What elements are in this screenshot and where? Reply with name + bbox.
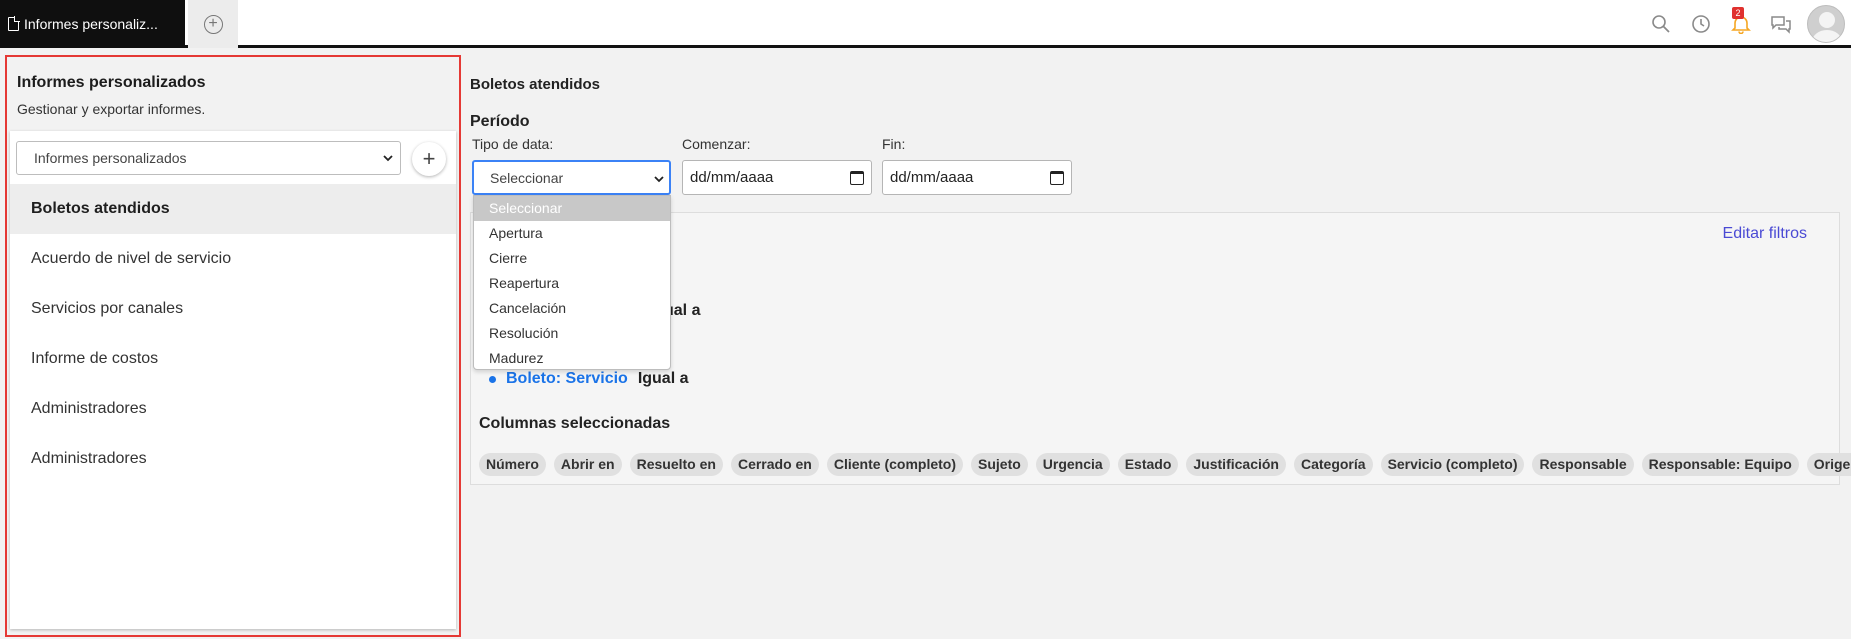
date-type-value: Seleccionar	[490, 169, 564, 186]
add-report-button[interactable]: +	[412, 142, 446, 176]
document-icon	[8, 16, 20, 31]
column-chip: Estado	[1117, 453, 1179, 476]
clock-icon	[1692, 15, 1710, 33]
column-chip: Abrir en	[553, 453, 622, 476]
report-type-select[interactable]: Informes personalizados	[16, 141, 401, 175]
date-type-dropdown: Seleccionar Apertura Cierre Reapertura C…	[473, 195, 671, 370]
top-bar: Informes personaliz... + 2	[0, 0, 1851, 48]
dropdown-option-seleccionar[interactable]: Seleccionar	[474, 196, 670, 221]
reports-sidebar: Informes personalizados Gestionar y expo…	[5, 55, 461, 637]
column-chip: Justificación	[1186, 453, 1286, 476]
column-chip: Número	[479, 453, 546, 476]
start-date-input[interactable]: dd/mm/aaaa	[682, 160, 872, 195]
calendar-icon[interactable]	[1050, 171, 1064, 185]
filter-condition: Boleto: Servicio Igual a	[489, 370, 689, 388]
column-chip: Resuelto en	[629, 453, 723, 476]
report-item-boletos-atendidos[interactable]: Boletos atendidos	[10, 184, 456, 234]
end-date-input[interactable]: dd/mm/aaaa	[882, 160, 1072, 195]
edit-filters-link[interactable]: Editar filtros	[1723, 225, 1807, 243]
dropdown-option-apertura[interactable]: Apertura	[474, 221, 670, 246]
end-date-label: Fin:	[882, 136, 906, 152]
plus-icon: +	[422, 146, 436, 171]
dropdown-option-resolucion[interactable]: Resolución	[474, 321, 670, 346]
filter-field[interactable]: Boleto: Servicio	[506, 370, 628, 388]
history-button[interactable]	[1681, 0, 1721, 48]
selected-columns-title: Columnas seleccionadas	[479, 415, 671, 432]
selected-columns-list: Número Abrir en Resuelto en Cerrado en C…	[479, 453, 1851, 476]
chevron-down-icon	[654, 176, 664, 183]
sidebar-subtitle: Gestionar y exportar informes.	[17, 101, 206, 117]
filters-card: Editar filtros ual a Boleto: Servicio Ig…	[470, 212, 1851, 485]
column-chip: Servicio (completo)	[1380, 453, 1525, 476]
user-avatar[interactable]	[1807, 5, 1845, 43]
dropdown-option-cancelacion[interactable]: Cancelación	[474, 296, 670, 321]
column-chip: Origen	[1806, 453, 1851, 476]
dropdown-option-reapertura[interactable]: Reapertura	[474, 271, 670, 296]
column-chip: Responsable	[1532, 453, 1634, 476]
report-list: Boletos atendidos Acuerdo de nivel de se…	[10, 184, 456, 484]
column-chip: Categoría	[1293, 453, 1373, 476]
chevron-down-icon	[383, 155, 393, 162]
search-icon	[1652, 15, 1670, 33]
dropdown-option-cierre[interactable]: Cierre	[474, 246, 670, 271]
notifications-button[interactable]: 2	[1721, 0, 1761, 48]
search-button[interactable]	[1641, 0, 1681, 48]
calendar-icon[interactable]	[850, 171, 864, 185]
report-type-value: Informes personalizados	[34, 150, 187, 166]
period-heading: Período	[470, 113, 530, 130]
report-item-servicios-canales[interactable]: Servicios por canales	[10, 284, 456, 334]
chat-button[interactable]	[1761, 0, 1801, 48]
reports-card: Informes personalizados + Boletos atendi…	[10, 131, 456, 629]
column-chip: Cerrado en	[730, 453, 819, 476]
column-chip: Responsable: Equipo	[1641, 453, 1799, 476]
end-date-value: dd/mm/aaaa	[890, 169, 974, 186]
add-circle-icon: +	[203, 14, 223, 34]
tab-label: Informes personaliz...	[24, 16, 158, 32]
chat-icon	[1771, 16, 1791, 34]
top-icons: 2	[1641, 0, 1851, 48]
start-date-label: Comenzar:	[682, 136, 751, 152]
new-tab-button[interactable]: +	[188, 0, 238, 48]
column-chip: Sujeto	[971, 453, 1028, 476]
column-chip: Cliente (completo)	[826, 453, 963, 476]
date-type-label: Tipo de data:	[472, 136, 554, 152]
report-item-administradores-2[interactable]: Administradores	[10, 434, 456, 484]
date-type-select[interactable]: Seleccionar	[472, 160, 671, 195]
notification-badge: 2	[1732, 7, 1744, 19]
report-item-informe-costos[interactable]: Informe de costos	[10, 334, 456, 384]
report-item-administradores[interactable]: Administradores	[10, 384, 456, 434]
start-date-value: dd/mm/aaaa	[690, 169, 774, 186]
column-chip: Urgencia	[1035, 453, 1110, 476]
page-title: Boletos atendidos	[470, 76, 601, 93]
filter-operator: Igual a	[637, 370, 689, 387]
dropdown-option-madurez[interactable]: Madurez	[474, 346, 670, 371]
report-item-acuerdo-nivel-servicio[interactable]: Acuerdo de nivel de servicio	[10, 234, 456, 284]
bullet-icon	[489, 375, 496, 383]
sidebar-title: Informes personalizados	[17, 74, 206, 91]
tab-informes-personalizados[interactable]: Informes personaliz...	[0, 0, 185, 48]
